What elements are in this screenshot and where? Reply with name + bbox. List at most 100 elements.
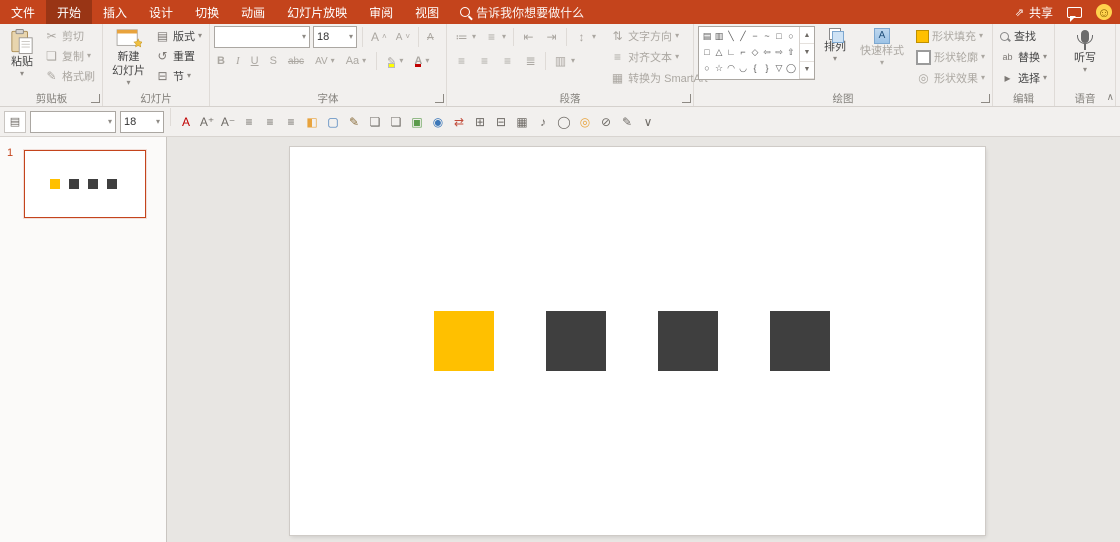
shape-outline-icon[interactable]: ▢ — [324, 112, 342, 132]
crop-icon[interactable]: ◉ — [429, 112, 447, 132]
shape-option-icon[interactable]: ☆ — [713, 60, 725, 76]
clear-formatting-button[interactable]: A — [424, 27, 437, 47]
decrease-font-icon[interactable]: A⁻ — [219, 112, 237, 132]
font-color-button[interactable]: A▾ — [411, 51, 432, 71]
shape-option-icon[interactable]: ▥ — [713, 28, 725, 44]
shape-fill-button[interactable]: 形状填充 ▾ — [913, 26, 988, 46]
shape-outline-button[interactable]: 形状轮廓 ▾ — [913, 47, 988, 67]
gallery-more-icon[interactable]: ▼ — [800, 62, 814, 79]
dialog-launcher-icon[interactable] — [981, 94, 990, 103]
shape-option-icon[interactable]: ╲ — [725, 28, 737, 44]
line-spacing-button[interactable]: ↕▾ — [571, 27, 599, 47]
shape-option-icon[interactable]: ╱ — [737, 28, 749, 44]
shape-option-icon[interactable]: ▽ — [773, 60, 785, 76]
layout-button[interactable]: ▤ 版式 ▾ — [152, 26, 205, 46]
dialog-launcher-icon[interactable] — [682, 94, 691, 103]
scroll-down-icon[interactable]: ▼ — [800, 44, 814, 61]
tab-file[interactable]: 文件 — [0, 0, 46, 24]
donut-tool-icon[interactable]: ◎ — [576, 112, 594, 132]
dictate-button[interactable]: 听写 ▾ — [1069, 26, 1101, 76]
text-highlight-button[interactable]: ✎▾ — [384, 51, 406, 71]
slide-shape-square-dark-3[interactable] — [770, 311, 830, 371]
slide-1-thumbnail[interactable] — [24, 150, 146, 218]
increase-font-icon[interactable]: A⁺ — [198, 112, 216, 132]
distribute-shapes-icon[interactable]: ⊟ — [492, 112, 510, 132]
quickbar-font-size-combobox[interactable]: 18 ▾ — [120, 111, 164, 133]
tab-design[interactable]: 设计 — [138, 0, 184, 24]
increase-indent-button[interactable]: ⇥ — [541, 27, 562, 47]
select-button[interactable]: ▸ 选择 ▾ — [997, 68, 1050, 88]
scroll-up-icon[interactable]: ▲ — [800, 27, 814, 44]
slide-shape-square-dark-1[interactable] — [546, 311, 606, 371]
align-center-icon[interactable]: ≡ — [261, 112, 279, 132]
shape-option-icon[interactable]: − — [749, 28, 761, 44]
format-painter-button[interactable]: ✎ 格式刷 — [41, 66, 98, 86]
italic-button[interactable]: I — [233, 51, 243, 71]
cut-button[interactable]: ✂ 剪切 — [41, 26, 98, 46]
tab-slideshow[interactable]: 幻灯片放映 — [276, 0, 358, 24]
shape-option-icon[interactable]: { — [749, 60, 761, 76]
shape-option-icon[interactable]: ⇧ — [785, 44, 797, 60]
justify-button[interactable]: ≣ — [520, 51, 541, 71]
align-left-icon[interactable]: ≡ — [240, 112, 258, 132]
shape-option-icon[interactable]: } — [761, 60, 773, 76]
shape-option-icon[interactable]: □ — [701, 44, 713, 60]
decrease-indent-button[interactable]: ⇤ — [518, 27, 539, 47]
group-objects-icon[interactable]: ▦ — [513, 112, 531, 132]
comments-icon[interactable] — [1067, 7, 1082, 18]
change-case-button[interactable]: Aa▾ — [343, 51, 369, 71]
share-button[interactable]: ⇗ 共享 — [1015, 4, 1053, 21]
shape-option-icon[interactable]: ◡ — [737, 60, 749, 76]
tellme-search[interactable]: 告诉我你想要做什么 — [450, 0, 594, 24]
text-shadow-button[interactable]: S — [267, 51, 280, 71]
character-spacing-button[interactable]: AV▾ — [312, 51, 338, 71]
paste-button[interactable]: 粘贴 ▾ — [5, 26, 39, 80]
shrink-font-button[interactable]: A˅ — [393, 27, 413, 47]
align-shapes-icon[interactable]: ⊞ — [471, 112, 489, 132]
tab-home[interactable]: 开始 — [46, 0, 92, 24]
columns-button[interactable]: ▥▾ — [550, 51, 578, 71]
feedback-smiley-icon[interactable]: ☺ — [1096, 4, 1112, 20]
shape-option-icon[interactable]: ▤ — [701, 28, 713, 44]
slide-page[interactable] — [290, 147, 985, 535]
align-right-button[interactable]: ≡ — [497, 51, 518, 71]
font-name-combobox[interactable]: ▾ — [214, 26, 310, 48]
swap-icon[interactable]: ⇄ — [450, 112, 468, 132]
arrange-button[interactable]: 排列 ▾ — [819, 26, 851, 65]
shape-option-icon[interactable]: □ — [773, 28, 785, 44]
shape-option-icon[interactable]: ◇ — [749, 44, 761, 60]
quick-styles-button[interactable]: A 快速样式 ▾ — [855, 26, 909, 69]
copy-format-icon[interactable]: ❏ — [366, 112, 384, 132]
shape-option-icon[interactable]: ◯ — [785, 60, 797, 76]
shape-option-icon[interactable]: △ — [713, 44, 725, 60]
section-button[interactable]: ⊟ 节 ▾ — [152, 66, 205, 86]
shape-option-icon[interactable]: ~ — [761, 28, 773, 44]
collapse-ribbon-button[interactable]: ∧ — [1107, 92, 1114, 103]
shape-option-icon[interactable]: ○ — [785, 28, 797, 44]
dialog-launcher-icon[interactable] — [435, 94, 444, 103]
find-button[interactable]: 查找 — [997, 26, 1050, 46]
brush-icon[interactable]: ✎ — [345, 112, 363, 132]
shape-option-icon[interactable]: ∟ — [725, 44, 737, 60]
no-fill-icon[interactable]: ⊘ — [597, 112, 615, 132]
paste-format-icon[interactable]: ❏ — [387, 112, 405, 132]
font-size-combobox[interactable]: 18 ▾ — [313, 26, 357, 48]
pen-tool-icon[interactable]: ✎ — [618, 112, 636, 132]
numbering-button[interactable]: ≡▾ — [481, 27, 509, 47]
shape-option-icon[interactable]: ○ — [701, 60, 713, 76]
dialog-launcher-icon[interactable] — [91, 94, 100, 103]
shape-effects-button[interactable]: ◎ 形状效果 ▾ — [913, 68, 988, 88]
shape-option-icon[interactable]: ⇨ — [773, 44, 785, 60]
picture-icon[interactable]: ▣ — [408, 112, 426, 132]
slide-editing-canvas[interactable] — [167, 137, 1120, 542]
sound-icon[interactable]: ♪ — [534, 112, 552, 132]
layout-picker-icon[interactable]: ▤ — [4, 111, 26, 133]
tab-insert[interactable]: 插入 — [92, 0, 138, 24]
tab-view[interactable]: 视图 — [404, 0, 450, 24]
replace-button[interactable]: ab 替换 ▾ — [997, 47, 1050, 67]
tab-animations[interactable]: 动画 — [230, 0, 276, 24]
shape-option-icon[interactable]: ⇦ — [761, 44, 773, 60]
shape-option-icon[interactable]: ⌐ — [737, 44, 749, 60]
shape-fill-icon[interactable]: ◧ — [303, 112, 321, 132]
more-tools-icon[interactable]: ∨ — [639, 112, 657, 132]
